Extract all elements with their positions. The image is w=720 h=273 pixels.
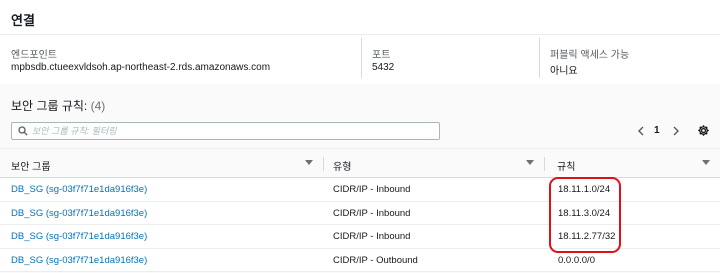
connection-panel: 연결 엔드포인트 mpbsdb.ctueexvldsoh.ap-northeas… <box>0 0 720 273</box>
caret-down-icon[interactable] <box>702 160 710 165</box>
rules-title: 보안 그룹 규칙: <box>11 99 88 113</box>
highlight-annotation <box>549 177 621 253</box>
security-group-link[interactable]: DB_SG (sg-03f7f71e1da916f3e) <box>11 255 147 266</box>
caret-down-icon[interactable] <box>526 160 534 165</box>
public-access-value: 아니요 <box>550 66 578 77</box>
rules-heading: 보안 그룹 규칙: (4) <box>11 97 105 114</box>
column-divider <box>539 38 540 78</box>
column-divider[interactable] <box>544 157 545 171</box>
security-group-link[interactable]: DB_SG (sg-03f7f71e1da916f3e) <box>11 231 147 242</box>
rule-type: CIDR/IP - Inbound <box>333 231 411 242</box>
rules-filter[interactable] <box>11 122 440 140</box>
rule-cidr: 0.0.0.0/0 <box>558 254 595 266</box>
port-label: 포트 <box>372 50 391 61</box>
rules-table-header: 보안 그룹 유형 규칙 <box>0 148 720 178</box>
rule-type: CIDR/IP - Inbound <box>333 184 411 195</box>
rule-type: CIDR/IP - Outbound <box>333 254 418 266</box>
divider <box>0 34 720 35</box>
chevron-left-icon[interactable] <box>635 125 647 137</box>
rules-filter-input[interactable] <box>32 124 432 138</box>
column-header-rule[interactable]: 규칙 <box>557 158 575 173</box>
security-group-link[interactable]: DB_SG (sg-03f7f71e1da916f3e) <box>11 184 147 195</box>
port-value: 5432 <box>372 62 395 73</box>
rules-count: (4) <box>90 99 106 113</box>
search-icon <box>18 126 28 136</box>
column-header-security-group[interactable]: 보안 그룹 <box>11 158 51 173</box>
public-access-label: 퍼블릭 액세스 가능 <box>550 50 630 61</box>
current-page[interactable]: 1 <box>654 125 660 136</box>
column-divider <box>361 38 362 78</box>
rule-type: CIDR/IP - Inbound <box>333 207 411 219</box>
connection-details: 엔드포인트 mpbsdb.ctueexvldsoh.ap-northeast-2… <box>0 38 720 84</box>
security-group-link[interactable]: DB_SG (sg-03f7f71e1da916f3e) <box>11 208 147 219</box>
caret-down-icon[interactable] <box>305 160 313 165</box>
chevron-right-icon[interactable] <box>670 125 682 137</box>
endpoint-label: 엔드포인트 <box>11 50 57 61</box>
column-divider[interactable] <box>323 157 324 171</box>
connection-title: 연결 <box>11 13 35 28</box>
endpoint-value: mpbsdb.ctueexvldsoh.ap-northeast-2.rds.a… <box>11 62 271 73</box>
gear-icon[interactable] <box>697 124 710 137</box>
column-header-type[interactable]: 유형 <box>333 158 351 173</box>
